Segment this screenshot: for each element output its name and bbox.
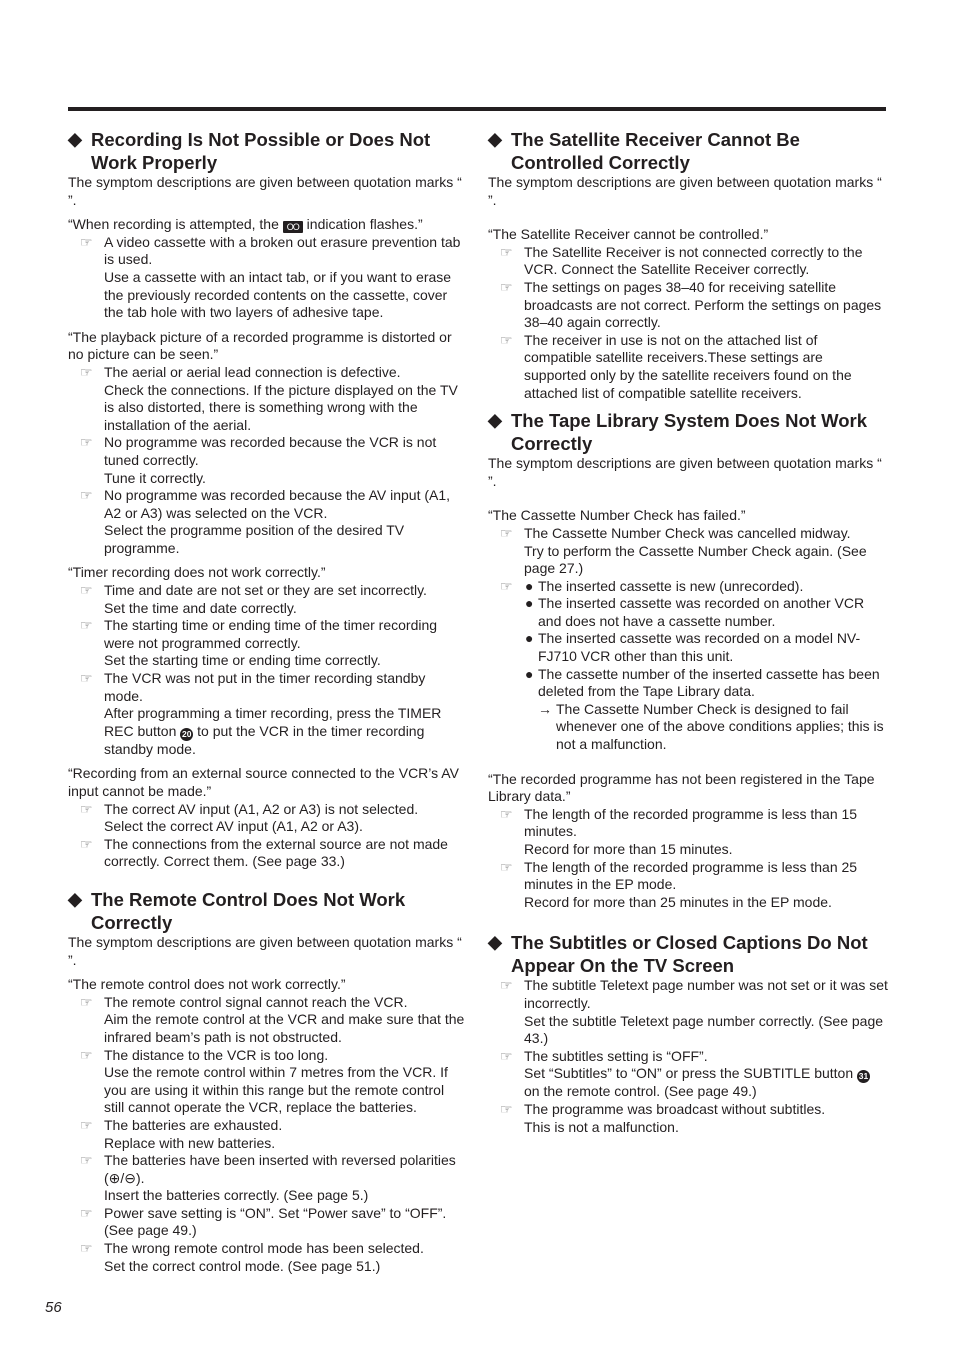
- hand-pointer-icon: ☞: [500, 331, 513, 348]
- cause-item: ☞ The subtitle Teletext page number was …: [500, 977, 888, 1047]
- hand-pointer-icon: ☞: [80, 487, 93, 504]
- cause-item: ☞ The aerial or aerial lead connection i…: [80, 363, 458, 433]
- hand-pointer-icon: ☞: [80, 800, 93, 817]
- section-subtitles: ◆ The Subtitles or Closed Captions Do No…: [488, 931, 888, 1136]
- cause-item: ☞ The correct AV input (A1, A2 or A3) is…: [80, 800, 419, 835]
- bullet-icon: ●: [525, 577, 534, 594]
- condition-item: ● The cassette number of the inserted cas…: [525, 665, 880, 700]
- diamond-icon: ◆: [68, 129, 82, 149]
- intro-text: The symptom descriptions are given betwe…: [488, 455, 882, 489]
- cause-item: ☞ Power save setting is “ON”. Set “Power…: [80, 1204, 447, 1239]
- cause-item: ☞ The connections from the external sour…: [80, 835, 448, 870]
- cause-item: ☞ The length of the recorded programme i…: [500, 858, 858, 910]
- cassette-icon: OO: [282, 221, 303, 234]
- page-number: 56: [45, 1299, 62, 1316]
- cause-item: ☞ The length of the recorded programme i…: [500, 805, 858, 857]
- cause-item: ☞ No programme was recorded because the …: [80, 487, 451, 556]
- condition-item: ● The inserted cassette is new (unrecorde…: [525, 577, 804, 594]
- cause-item: ☞ The wrong remote control mode has been…: [80, 1240, 424, 1274]
- cause-item: ☞ The starting time or ending time of th…: [80, 617, 438, 669]
- cause-item: ☞ The Satellite Receiver is not connecte…: [500, 243, 863, 278]
- hand-pointer-icon: ☞: [80, 617, 93, 634]
- section-title: ◆ The Satellite Receiver Cannot Be Contr…: [488, 129, 800, 173]
- right-column: ◆ The Satellite Receiver Cannot Be Contr…: [488, 128, 888, 1136]
- symptom: “Timer recording does not work correctly…: [68, 564, 326, 581]
- intro-text: The symptom descriptions are given betwe…: [488, 174, 882, 208]
- cause-item: ☞ The remote control signal cannot reach…: [80, 993, 465, 1045]
- cause-item: ☞ The programme was broadcast without su…: [500, 1100, 826, 1135]
- section-remote-control: ◆ The Remote Control Does Not Work Corre…: [68, 888, 468, 1275]
- diamond-icon: ◆: [488, 129, 502, 149]
- condition-item: ● The inserted cassette was recorded on a…: [525, 595, 865, 629]
- cause-item: ☞ Time and date are not set or they are …: [80, 582, 427, 616]
- bullet-icon: ●: [525, 630, 534, 647]
- diamond-icon: ◆: [488, 410, 502, 431]
- diamond-icon: ◆: [68, 888, 82, 909]
- section-tape-library: ◆ The Tape Library System Does Not Work …: [488, 409, 888, 911]
- section-title: ◆ The Subtitles or Closed Captions Do No…: [488, 932, 868, 977]
- condition-item: ● The inserted cassette was recorded on a…: [525, 630, 861, 665]
- hand-pointer-icon: ☞: [80, 1240, 93, 1257]
- cause-item: ☞ The batteries are exhausted. Replace w…: [80, 1116, 283, 1151]
- hand-pointer-icon: ☞: [500, 805, 513, 822]
- bullet-icon: ●: [525, 665, 534, 682]
- cause-item: ☞ The subtitles setting is “OFF”. Set “S…: [500, 1047, 871, 1100]
- symptom: “The Satellite Receiver cannot be contro…: [488, 226, 769, 243]
- hand-pointer-icon: ☞: [80, 233, 93, 250]
- arrow-right-icon: →: [538, 700, 552, 717]
- cause-item: ☞ The receiver in use is not on the atta…: [500, 331, 852, 401]
- symptom: “When recording is attempted, the OO ind…: [68, 216, 423, 234]
- hand-pointer-icon: ☞: [500, 243, 513, 260]
- intro-text: The symptom descriptions are given betwe…: [68, 174, 462, 208]
- hand-pointer-icon: ☞: [80, 1152, 93, 1169]
- hand-pointer-icon: ☞: [80, 1046, 93, 1063]
- left-column: ◆ Recording Is Not Possible or Does Not …: [68, 128, 468, 1275]
- symptom: “The Cassette Number Check has failed.”: [488, 507, 746, 524]
- cause-item: ☞ The settings on pages 38–40 for receiv…: [500, 278, 882, 331]
- hand-pointer-icon: ☞: [500, 577, 513, 594]
- diamond-icon: ◆: [488, 932, 502, 953]
- hand-pointer-icon: ☞: [80, 1116, 93, 1133]
- cause-item: ☞ No programme was recorded because the …: [80, 434, 437, 486]
- hand-pointer-icon: ☞: [500, 977, 513, 994]
- symptom: “The playback picture of a recorded prog…: [68, 328, 452, 363]
- section-title: ◆ The Tape Library System Does Not Work …: [488, 410, 868, 455]
- cause-item: ☞ The distance to the VCR is too long. U…: [80, 1046, 448, 1116]
- hand-pointer-icon: ☞: [80, 993, 93, 1010]
- button-number-badge: 20: [180, 727, 194, 741]
- bullet-icon: ●: [525, 595, 534, 612]
- cause-item: ☞ ● The inserted cassette is new (unrecor…: [488, 578, 888, 754]
- cause-item: ☞ The Cassette Number Check was cancelle…: [500, 524, 867, 577]
- hand-pointer-icon: ☞: [80, 363, 93, 380]
- hand-pointer-icon: ☞: [500, 1100, 513, 1117]
- intro-text: The symptom descriptions are given betwe…: [68, 933, 462, 968]
- section-title: ◆ The Remote Control Does Not Work Corre…: [68, 888, 406, 933]
- arrow-note: → The Cassette Number Check is designed …: [538, 700, 884, 753]
- button-number-badge: 31: [857, 1070, 871, 1084]
- hand-pointer-icon: ☞: [80, 670, 93, 687]
- hand-pointer-icon: ☞: [500, 1047, 513, 1064]
- section-title: ◆ Recording Is Not Possible or Does Not …: [68, 129, 431, 173]
- cause-item: ☞ A video cassette with a broken out era…: [80, 233, 461, 321]
- symptom: “The recorded programme has not been reg…: [488, 770, 875, 805]
- condition-list: ● The inserted cassette is new (unrecorde…: [524, 578, 888, 701]
- symptom: “The remote control does not work correc…: [68, 976, 346, 993]
- cause-item: ☞ The VCR was not put in the timer recor…: [80, 670, 442, 757]
- hand-pointer-icon: ☞: [80, 582, 93, 599]
- section-recording: ◆ Recording Is Not Possible or Does Not …: [68, 128, 468, 871]
- symptom: “Recording from an external source conne…: [68, 765, 459, 799]
- cause-item: ☞ The batteries have been inserted with …: [80, 1152, 456, 1204]
- section-satellite-receiver: ◆ The Satellite Receiver Cannot Be Contr…: [488, 128, 888, 402]
- hand-pointer-icon: ☞: [500, 858, 513, 875]
- hand-pointer-icon: ☞: [500, 524, 513, 541]
- header-rule: [68, 107, 886, 111]
- hand-pointer-icon: ☞: [500, 278, 513, 295]
- hand-pointer-icon: ☞: [80, 434, 93, 451]
- hand-pointer-icon: ☞: [80, 1204, 93, 1221]
- hand-pointer-icon: ☞: [80, 835, 93, 852]
